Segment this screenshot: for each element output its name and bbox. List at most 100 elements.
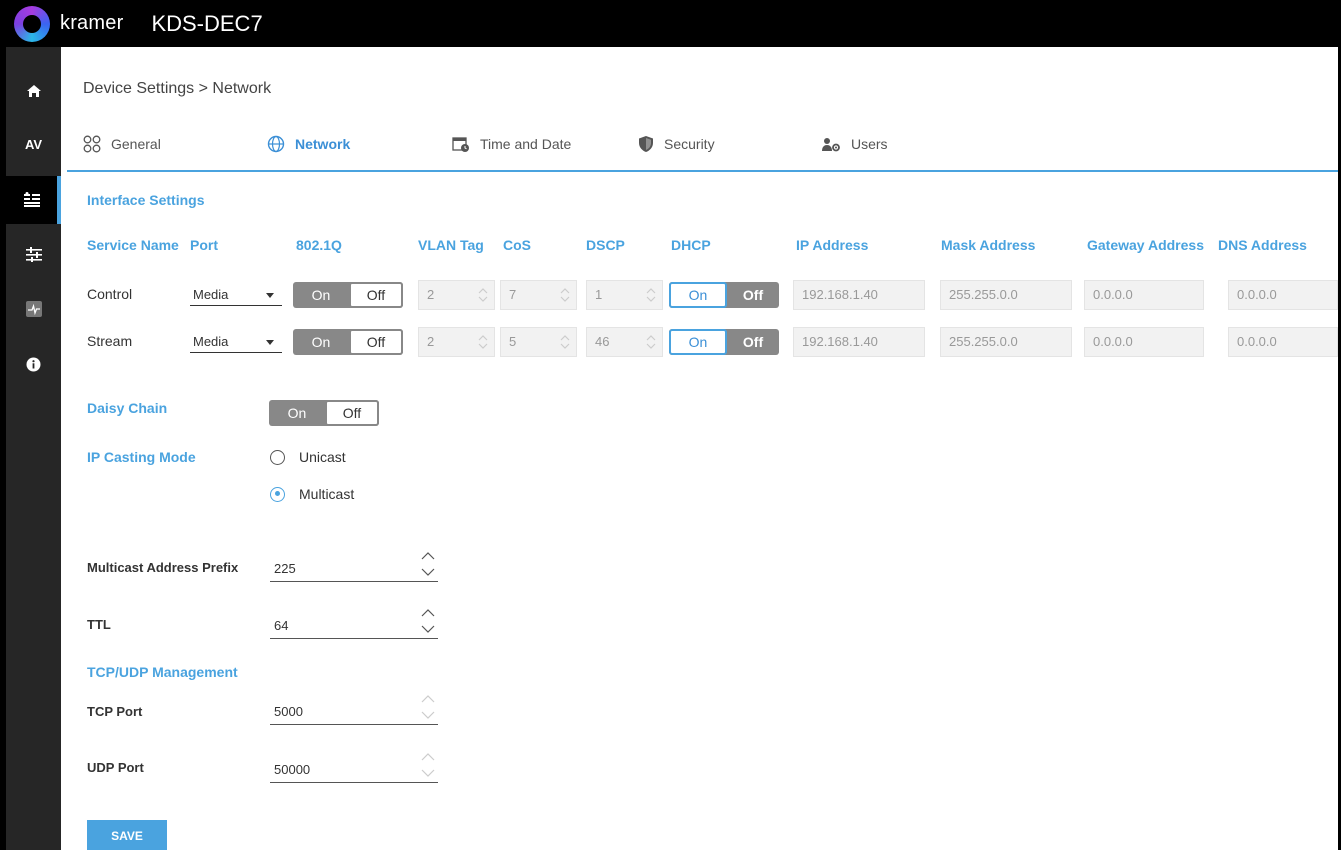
control-cos-input[interactable]: 7 [500,280,577,310]
col-cos: CoS [503,237,531,253]
stream-dhcp-toggle[interactable]: On Off [669,329,779,355]
stream-dns-input[interactable]: 0.0.0.0 [1228,327,1338,357]
sidebar: AV [6,47,61,850]
ttl-stepper[interactable]: 64 [270,609,438,639]
tcp-port-value: 5000 [274,704,303,719]
stream-port-select[interactable]: Media [190,331,282,353]
shield-icon [638,135,654,153]
stream-cos-value: 5 [509,334,517,349]
stream-cos-input[interactable]: 5 [500,327,577,357]
spinner-icon [646,335,656,349]
stream-gateway-input[interactable]: 0.0.0.0 [1084,327,1204,357]
control-dhcp-toggle[interactable]: On Off [669,282,779,308]
kramer-logo-icon [14,5,50,42]
sidebar-item-diagnostics[interactable] [6,285,61,333]
control-8021q-toggle[interactable]: On Off [293,282,403,308]
control-port-value: Media [193,287,229,302]
toggle-off: Off [349,329,403,355]
multicast-prefix-stepper[interactable]: 225 [270,552,438,582]
tab-network-label: Network [295,136,351,152]
col-port: Port [190,237,218,253]
stepper-chevron-icon [421,609,435,633]
toggle-off: Off [325,400,379,426]
dropdown-arrow-icon [266,340,274,345]
stream-dscp-input[interactable]: 46 [586,327,663,357]
col-gateway-address: Gateway Address [1087,237,1204,253]
network-globe-icon [267,135,285,153]
tab-users[interactable]: Users [821,132,888,156]
tab-general[interactable]: General [83,132,161,156]
stepper-chevron-icon [421,552,435,576]
spinner-icon [560,335,570,349]
udp-port-stepper[interactable]: 50000 [270,753,438,783]
spinner-icon [560,288,570,302]
ttl-value: 64 [274,618,289,633]
stream-dscp-value: 46 [595,334,610,349]
tab-network[interactable]: Network [267,132,350,156]
control-dscp-input[interactable]: 1 [586,280,663,310]
sidebar-item-info[interactable] [6,340,61,388]
sidebar-item-device-settings[interactable] [6,176,61,224]
toggle-off: Off [742,334,764,350]
brand-name: kramer [60,12,124,34]
row-control-label: Control [87,286,133,302]
sidebar-item-sliders[interactable] [6,230,61,278]
col-vlan-tag: VLAN Tag [418,237,484,253]
sidebar-item-av[interactable]: AV [6,120,61,168]
radio-multicast-label: Multicast [299,486,355,502]
control-port-select[interactable]: Media [190,284,282,306]
radio-circle-icon [270,449,285,465]
general-icon [83,135,101,153]
daisy-chain-toggle[interactable]: On Off [269,400,379,426]
daisy-chain-label: Daisy Chain [87,400,168,416]
toggle-on: On [311,287,331,303]
control-dscp-value: 1 [595,287,603,302]
col-mask-address: Mask Address [941,237,1036,253]
stream-8021q-toggle[interactable]: On Off [293,329,403,355]
control-dns-input[interactable]: 0.0.0.0 [1228,280,1338,310]
stream-mask-input[interactable]: 255.255.0.0 [940,327,1072,357]
multicast-prefix-label: Multicast Address Prefix [87,560,239,575]
sliders-icon [25,246,43,262]
spinner-icon [646,288,656,302]
tab-users-label: Users [851,136,888,152]
stream-vlan-tag-value: 2 [427,334,435,349]
udp-port-label: UDP Port [87,760,144,775]
info-icon [26,357,41,372]
toggle-on: On [669,329,727,355]
control-ip-input[interactable]: 192.168.1.40 [793,280,925,310]
radio-selected-icon [270,486,285,502]
stream-port-value: Media [193,334,229,349]
control-gateway-input[interactable]: 0.0.0.0 [1084,280,1204,310]
control-vlan-tag-input[interactable]: 2 [418,280,495,310]
tcp-port-label: TCP Port [87,704,143,719]
stream-ip-input[interactable]: 192.168.1.40 [793,327,925,357]
tab-time-and-date[interactable]: Time and Date [452,132,571,156]
sidebar-item-home[interactable] [6,67,61,115]
tab-security-label: Security [664,136,715,152]
toggle-off: Off [742,287,764,303]
spinner-icon [478,288,488,302]
tcp-udp-title: TCP/UDP Management [87,664,238,680]
ttl-label: TTL [87,617,111,632]
tab-security[interactable]: Security [638,132,715,156]
device-settings-icon [23,192,41,208]
toggle-on: On [287,405,307,421]
radio-multicast[interactable]: Multicast [270,486,354,502]
dropdown-arrow-icon [266,293,274,298]
row-stream-label: Stream [87,333,133,349]
multicast-prefix-value: 225 [274,561,296,576]
sidebar-item-av-label: AV [24,136,43,152]
tcp-port-stepper[interactable]: 5000 [270,695,438,725]
breadcrumb: Device Settings > Network [83,80,272,97]
spinner-icon [478,335,488,349]
stream-vlan-tag-input[interactable]: 2 [418,327,495,357]
control-mask-input[interactable]: 255.255.0.0 [940,280,1072,310]
save-button[interactable]: SAVE [87,820,167,850]
col-ip-address: IP Address [796,237,869,253]
control-vlan-tag-value: 2 [427,287,435,302]
interface-settings-title: Interface Settings [87,192,205,208]
col-dhcp: DHCP [671,237,711,253]
radio-unicast-label: Unicast [299,449,346,465]
radio-unicast[interactable]: Unicast [270,449,346,465]
